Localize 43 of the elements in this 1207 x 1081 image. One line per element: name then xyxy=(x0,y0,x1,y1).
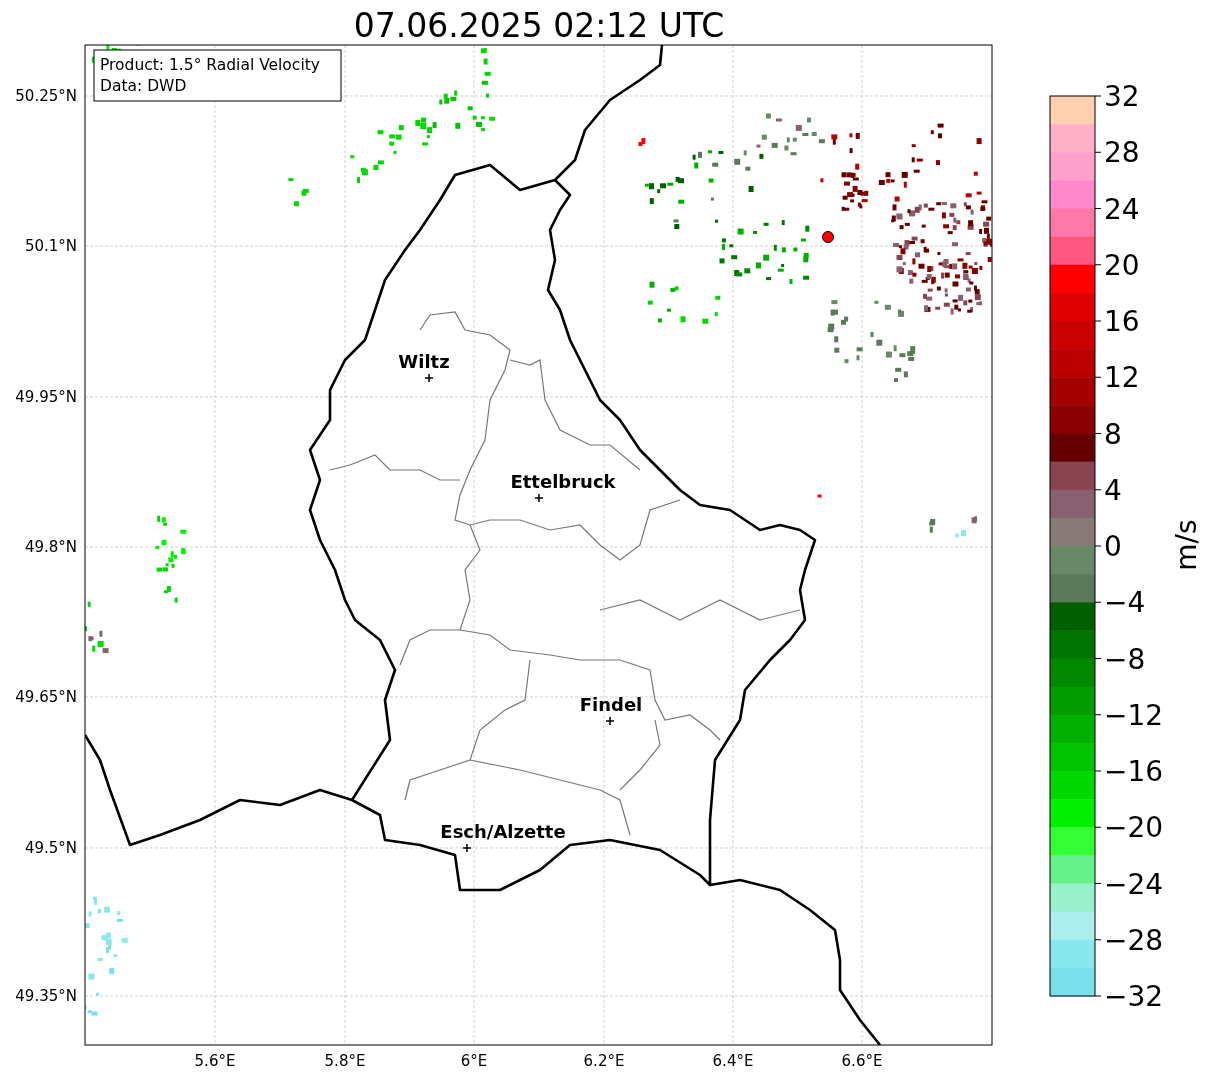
colorbar-tick-label: 0 xyxy=(1104,530,1122,563)
colorbar-tick-label: −4 xyxy=(1104,586,1146,620)
axis-tick-label: 5.6°E xyxy=(194,1052,236,1070)
colorbar-tick-label: 16 xyxy=(1104,305,1140,338)
axis-tick-label: 49.95°N xyxy=(15,388,77,406)
city-label: Findel xyxy=(579,694,643,715)
axis-tick-label: 50.1°N xyxy=(24,237,77,255)
axis-tick-label: 49.5°N xyxy=(24,839,77,857)
colorbar-tick-label: −28 xyxy=(1104,923,1164,957)
colorbar-tick-label: −8 xyxy=(1104,642,1146,676)
colorbar-tick-label: 4 xyxy=(1104,473,1122,507)
chart-title: 07.06.2025 02:12 UTC xyxy=(353,6,725,45)
city-marker-icon xyxy=(424,373,434,383)
axis-tick-label: 49.35°N xyxy=(15,987,77,1005)
city-label: Wiltz xyxy=(398,351,450,372)
city-marker-icon xyxy=(462,843,472,853)
colorbar-tick-label: −20 xyxy=(1104,811,1164,845)
colorbar-tick-label: 24 xyxy=(1104,192,1140,226)
colorbar-label: m/s xyxy=(1170,519,1203,571)
radar-site-icon xyxy=(822,231,834,243)
colorbar-tick-label: 12 xyxy=(1104,361,1140,395)
axis-tick-label: 6.2°E xyxy=(583,1052,625,1070)
colorbar-tick-label: 20 xyxy=(1104,248,1140,282)
city-label: Esch/Alzette xyxy=(440,821,566,842)
colorbar-tick-label: −32 xyxy=(1104,980,1164,1013)
city-label: Ettelbruck xyxy=(510,471,616,492)
axis-tick-label: 6.6°E xyxy=(841,1052,883,1070)
city-marker-icon xyxy=(605,716,615,726)
info-text: Product: 1.5° Radial Velocity xyxy=(100,56,320,74)
colorbar-tick-label: 8 xyxy=(1104,417,1122,451)
info-text: Data: DWD xyxy=(100,77,187,95)
colorbar-tick-label: −16 xyxy=(1104,755,1164,788)
colorbar-tick-label: 32 xyxy=(1104,80,1140,113)
colorbar-tick-label: −12 xyxy=(1104,698,1164,732)
city-marker-icon xyxy=(534,493,544,503)
axis-tick-label: 5.8°E xyxy=(324,1052,366,1070)
colorbar-tick-label: 28 xyxy=(1104,136,1140,170)
axis-tick-label: 6°E xyxy=(460,1052,488,1070)
axis-tick-label: 6.4°E xyxy=(712,1052,754,1070)
axis-tick-label: 49.8°N xyxy=(24,538,77,556)
axis-tick-label: 50.25°N xyxy=(15,87,77,105)
axis-tick-label: 49.65°N xyxy=(15,688,77,706)
colorbar-tick-label: −24 xyxy=(1104,867,1164,901)
